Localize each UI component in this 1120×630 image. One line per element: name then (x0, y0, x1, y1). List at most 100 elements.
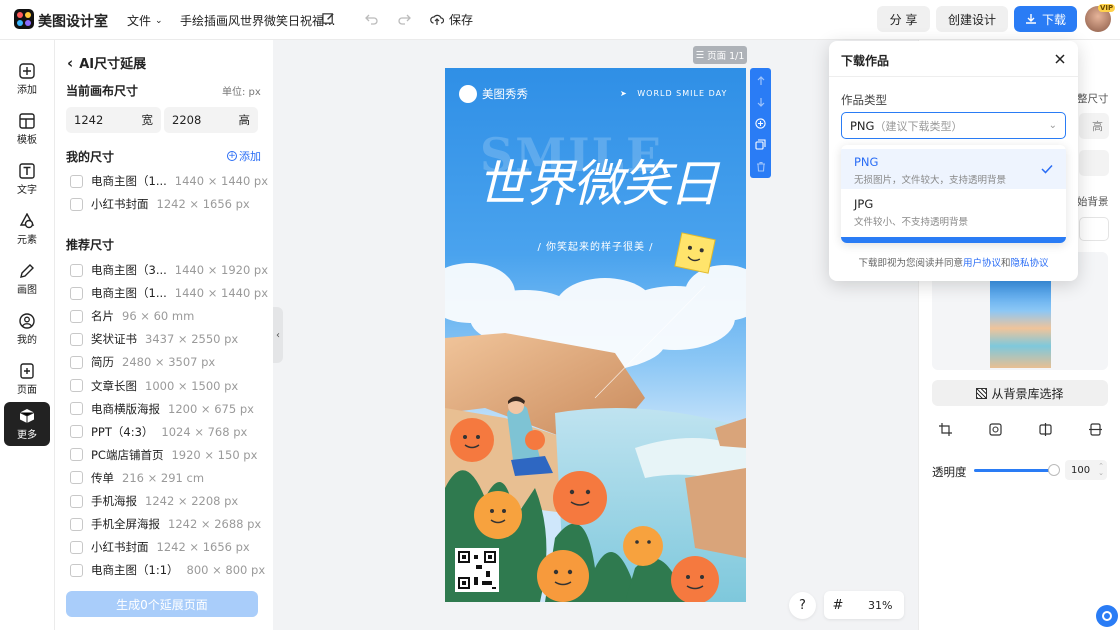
partial-field[interactable] (1079, 150, 1109, 176)
rec-size-item[interactable]: 手机海报 1242 × 2208 px (70, 491, 238, 511)
rail-add[interactable]: 添加 (4, 57, 50, 101)
rec-size-item[interactable]: 电商主图（1... 1440 × 1440 px (70, 283, 268, 303)
collapse-panel-handle[interactable]: ‹ (273, 307, 283, 363)
option-jpg[interactable]: JPG 文件较小、不支持透明背景 (841, 191, 1066, 231)
checkbox[interactable] (70, 174, 83, 188)
size-dims: 1920 × 150 px (171, 447, 258, 462)
my-size-item[interactable]: 小红书封面 1242 × 1656 px (70, 194, 250, 214)
size-dims: 1000 × 1500 px (145, 378, 239, 393)
redo-icon[interactable] (397, 12, 411, 26)
privacy-link[interactable]: 隐私协议 (1011, 258, 1049, 269)
page-badge-label: 页面 1/1 (707, 51, 745, 62)
assistant-button[interactable] (1096, 605, 1118, 627)
rail-elements[interactable]: 元素 (4, 207, 50, 251)
grid-icon[interactable]: # (824, 598, 852, 613)
crop-icon[interactable] (939, 423, 952, 436)
poster-subtitle: / 你笑起来的样子很美 / (537, 242, 654, 253)
generate-button[interactable]: 生成0个延展页面 (66, 591, 258, 617)
save-button[interactable]: 保存 (430, 11, 473, 28)
checkbox[interactable] (70, 471, 83, 485)
size-dims: 216 × 291 cm (122, 470, 205, 485)
close-icon[interactable] (1055, 54, 1065, 64)
partial-height-field[interactable]: 高 (1079, 113, 1109, 139)
rec-size-item[interactable]: PC端店铺首页 1920 × 150 px (70, 445, 257, 465)
checkbox[interactable] (70, 448, 83, 462)
rail-template[interactable]: 模板 (4, 107, 50, 151)
user-agreement-link[interactable]: 用户协议 (963, 258, 1001, 269)
rec-size-item[interactable]: 电商横版海报 1200 × 675 px (70, 399, 254, 419)
move-up-icon[interactable] (750, 70, 771, 92)
duplicate-page-icon[interactable] (750, 133, 771, 155)
rec-size-item[interactable]: 电商主图（3... 1440 × 1920 px (70, 260, 268, 280)
flip-vertical-icon[interactable] (1089, 423, 1102, 436)
partial-label-bg: 始背景 (1077, 196, 1109, 208)
download-confirm-edge[interactable] (841, 237, 1066, 243)
opacity-slider-thumb[interactable] (1048, 464, 1060, 476)
checkbox[interactable] (70, 563, 83, 577)
rec-size-item[interactable]: 奖状证书 3437 × 2550 px (70, 329, 238, 349)
checkbox[interactable] (70, 379, 83, 392)
rec-size-item[interactable]: PPT（4:3） 1024 × 768 px (70, 422, 247, 442)
flip-horizontal-icon[interactable] (1039, 423, 1052, 436)
opacity-slider-track[interactable] (974, 469, 1054, 472)
document-title[interactable]: 手绘插画风世界微笑日祝福... (180, 12, 335, 29)
rec-size-item[interactable]: 手机全屏海报 1242 × 2688 px (70, 514, 261, 534)
rec-size-item[interactable]: 传单 216 × 291 cm (70, 468, 204, 488)
rail-pages[interactable]: 页面 (4, 357, 50, 401)
download-button[interactable]: 下载 (1014, 6, 1077, 32)
my-size-item[interactable]: 电商主图（1... 1440 × 1440 px (70, 171, 268, 191)
checkbox[interactable] (70, 332, 83, 346)
replace-image-icon[interactable] (989, 423, 1002, 436)
checkbox[interactable] (70, 355, 83, 369)
rec-size-item[interactable]: 简历 2480 × 3507 px (70, 352, 215, 372)
checkbox[interactable] (70, 425, 83, 439)
checkbox[interactable] (70, 540, 83, 554)
delete-page-icon[interactable] (750, 155, 771, 177)
rail-text[interactable]: 文字 (4, 157, 50, 201)
file-menu[interactable]: 文件 ⌄ (127, 12, 163, 29)
checkbox[interactable] (70, 494, 83, 508)
add-size-button[interactable]: + 添加 (227, 148, 261, 164)
poster-canvas[interactable]: 美图秀秀 ➤ WORLD SMILE DAY SMILE 世界微笑日 / 你笑起… (445, 68, 746, 602)
draw-icon (20, 264, 34, 278)
undo-icon[interactable] (365, 12, 379, 26)
size-dims: 1024 × 768 px (161, 424, 248, 439)
rail-elements-label: 元素 (17, 235, 37, 246)
selected-type: PNG (850, 118, 875, 133)
checkbox[interactable] (70, 286, 83, 300)
rec-size-item[interactable]: 文章长图 1000 × 1500 px (70, 376, 238, 396)
share-button[interactable]: 分 享 (877, 6, 930, 32)
file-type-select[interactable]: PNG （建议下载类型） ⌄ (841, 112, 1066, 139)
checkbox[interactable] (70, 517, 83, 531)
add-page-icon[interactable] (750, 112, 771, 134)
download-icon (1025, 14, 1036, 24)
rec-size-item[interactable]: 名片 96 × 60 mm (70, 306, 194, 326)
checkbox[interactable] (70, 263, 83, 277)
rec-size-item[interactable]: 电商主图（1:1） 800 × 800 px (70, 560, 265, 580)
option-png[interactable]: PNG 无损图片，文件较大，支持透明背景 (841, 149, 1066, 189)
height-input[interactable]: 2208 高 (164, 107, 258, 133)
size-dims: 1242 × 1656 px (156, 540, 250, 555)
size-dims: 1242 × 1656 px (156, 197, 250, 211)
size-dims: 96 × 60 mm (122, 309, 195, 324)
bg-library-button[interactable]: 从背景库选择 (932, 380, 1108, 406)
my-sizes-label: 我的尺寸 (66, 150, 115, 164)
checkbox[interactable] (70, 402, 83, 416)
opacity-input[interactable]: 100 ⌃ ⌄ (1065, 460, 1107, 480)
back-button[interactable]: ‹ AI尺寸延展 (67, 53, 146, 73)
checkbox[interactable] (70, 309, 83, 323)
checkbox[interactable] (70, 197, 83, 211)
move-down-icon[interactable] (750, 91, 771, 113)
rec-size-item[interactable]: 小红书封面 1242 × 1656 px (70, 537, 250, 557)
create-design-button[interactable]: 创建设计 (936, 6, 1008, 32)
page-badge[interactable]: ☰ 页面 1/1 (693, 46, 747, 64)
zoom-level[interactable]: 31% (868, 599, 892, 612)
rail-more[interactable]: 更多 (4, 402, 50, 446)
user-icon (19, 313, 35, 329)
width-input[interactable]: 1242 宽 (66, 107, 161, 133)
rail-mine[interactable]: 我的 (4, 307, 50, 351)
edit-title-icon[interactable] (322, 12, 335, 25)
help-button[interactable]: ? (789, 592, 816, 619)
rail-draw[interactable]: 画图 (4, 257, 50, 301)
partial-input[interactable] (1079, 217, 1109, 241)
